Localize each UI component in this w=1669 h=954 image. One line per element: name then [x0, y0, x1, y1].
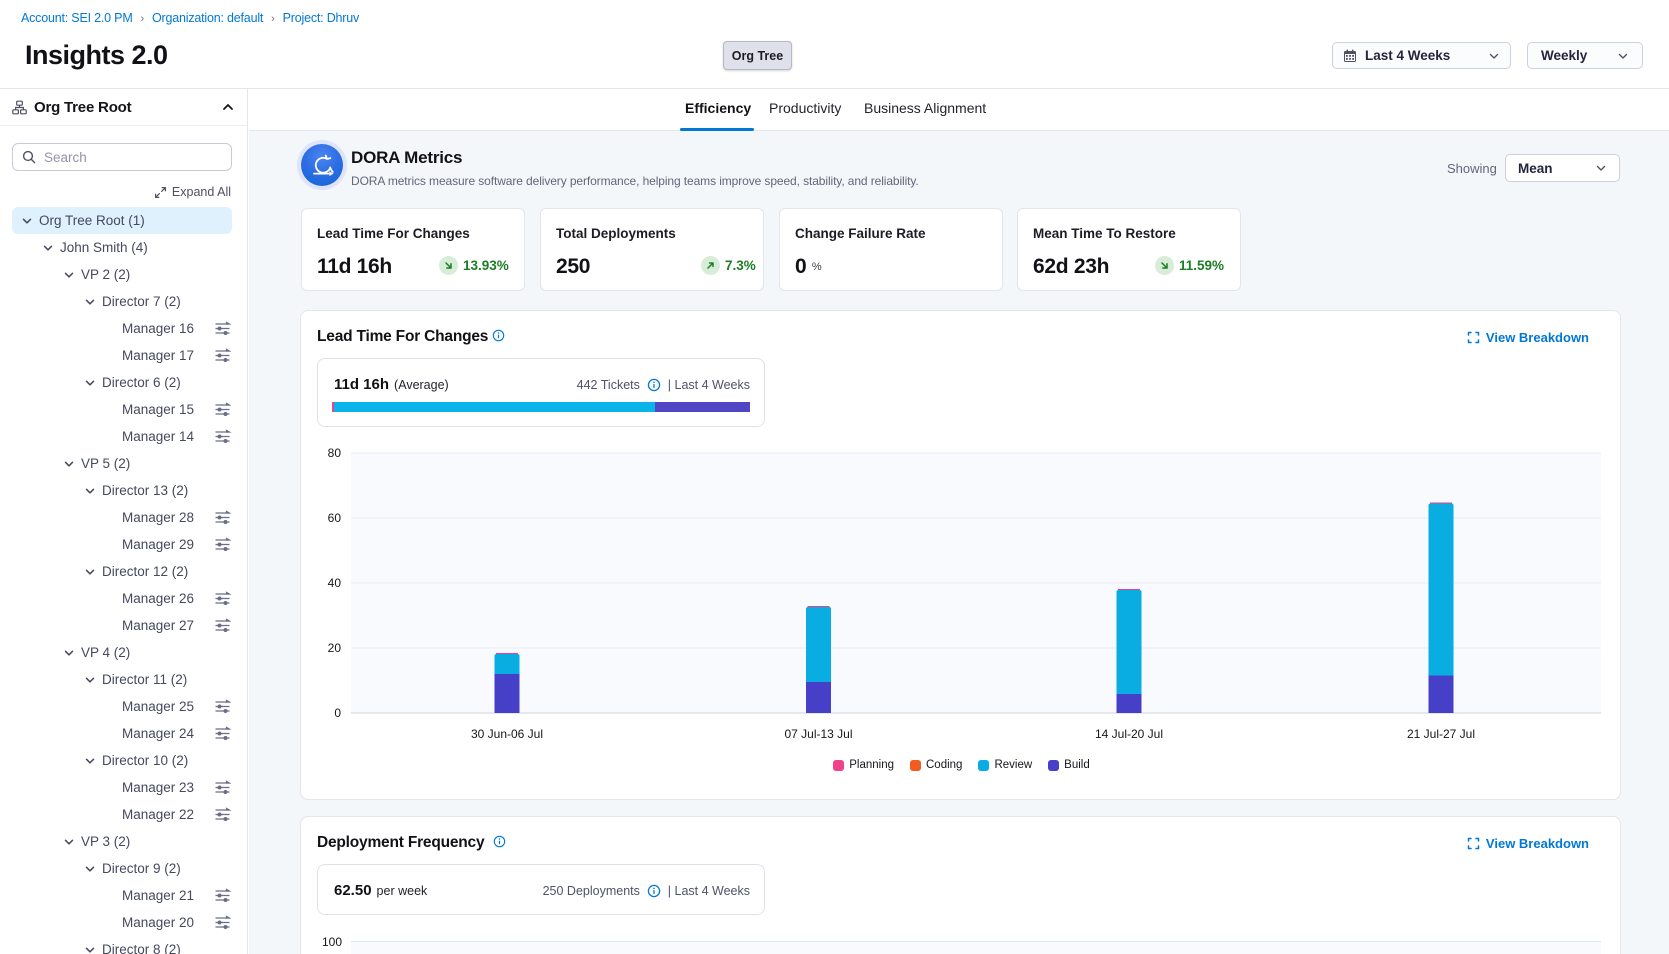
svg-text:0: 0	[334, 706, 341, 720]
svg-text:30 Jun-06 Jul: 30 Jun-06 Jul	[471, 727, 543, 741]
svg-text:21 Jul-27 Jul: 21 Jul-27 Jul	[1407, 727, 1475, 741]
svg-text:20: 20	[328, 641, 342, 655]
svg-text:60: 60	[328, 511, 342, 525]
svg-text:14 Jul-20 Jul: 14 Jul-20 Jul	[1095, 727, 1163, 741]
svg-text:80: 80	[328, 446, 342, 460]
svg-text:40: 40	[328, 576, 342, 590]
svg-text:07 Jul-13 Jul: 07 Jul-13 Jul	[784, 727, 852, 741]
